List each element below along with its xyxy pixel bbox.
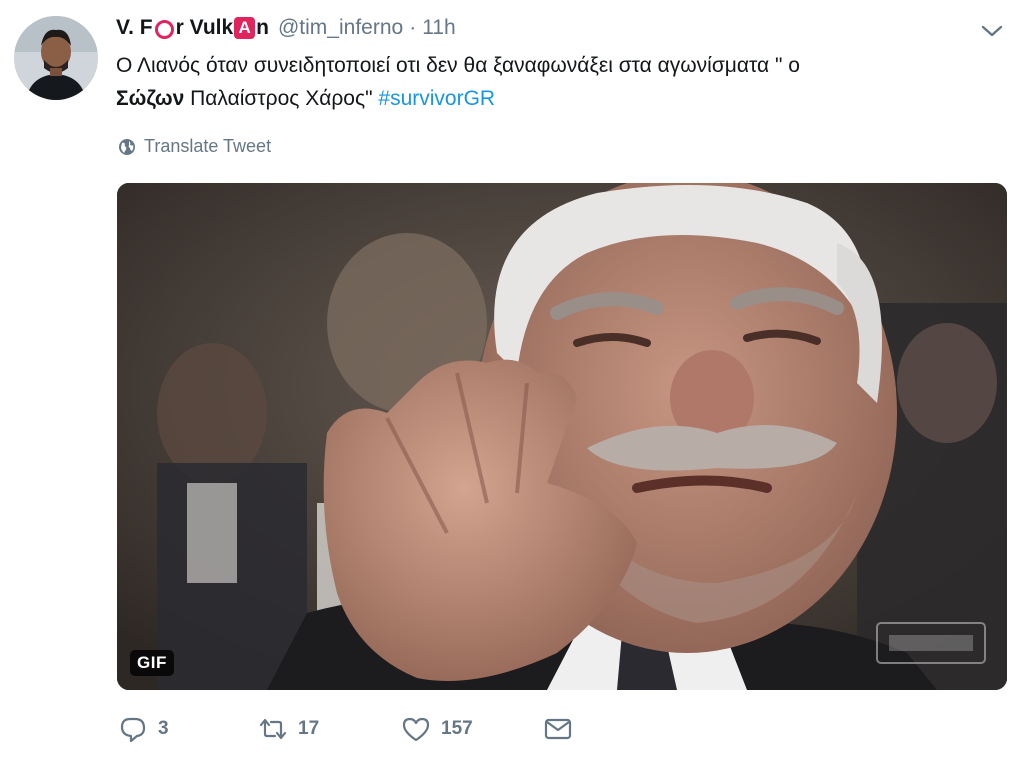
gif-media[interactable]: GIF — [117, 183, 1007, 690]
translate-tweet-link[interactable]: Translate Tweet — [118, 136, 271, 157]
display-name-part: V. F — [116, 16, 153, 39]
tweet-text-bold: Σώζων — [116, 87, 185, 110]
direct-message-button[interactable] — [543, 714, 583, 744]
tweet-text: Ο Λιανός όταν συνειδητοποιεί οτι δεν θα … — [116, 49, 996, 115]
tweet-header: V. F r Vulk A n @tim_inferno · 11h — [116, 14, 456, 42]
like-count: 157 — [441, 718, 473, 739]
envelope-icon — [544, 718, 572, 740]
tweet-text-rest: Παλαίστρος Χάρος" — [184, 87, 379, 110]
display-name-part: n — [256, 16, 269, 39]
red-circle-icon — [154, 19, 174, 39]
globe-icon — [119, 138, 135, 155]
gif-badge: GIF — [130, 650, 174, 676]
chevron-down-icon[interactable] — [978, 20, 1006, 42]
hashtag-link[interactable]: #survivorGR — [378, 87, 495, 110]
user-handle[interactable]: @tim_inferno — [278, 14, 403, 42]
retweet-button[interactable]: 17 — [258, 714, 401, 744]
tweet-card: V. F r Vulk A n @tim_inferno · 11h Ο Λια… — [0, 0, 1024, 760]
tweet-actions: 3 17 157 — [118, 714, 583, 744]
display-name[interactable]: V. F r Vulk A n — [116, 14, 269, 42]
gif-frame — [117, 183, 1007, 690]
reply-button[interactable]: 3 — [118, 714, 258, 744]
display-name-part: r Vulk — [175, 16, 234, 39]
translate-label: Translate Tweet — [144, 136, 272, 156]
reply-icon — [120, 717, 146, 743]
timestamp[interactable]: 11h — [422, 14, 455, 42]
separator-dot: · — [409, 16, 417, 39]
red-a-icon: A — [234, 17, 256, 39]
retweet-icon — [259, 718, 287, 740]
reply-count: 3 — [158, 718, 169, 739]
retweet-count: 17 — [298, 718, 320, 739]
avatar[interactable] — [14, 16, 98, 100]
tweet-text-line: Ο Λιανός όταν συνειδητοποιεί οτι δεν θα … — [116, 54, 800, 77]
like-button[interactable]: 157 — [401, 714, 543, 744]
heart-icon — [402, 717, 430, 742]
